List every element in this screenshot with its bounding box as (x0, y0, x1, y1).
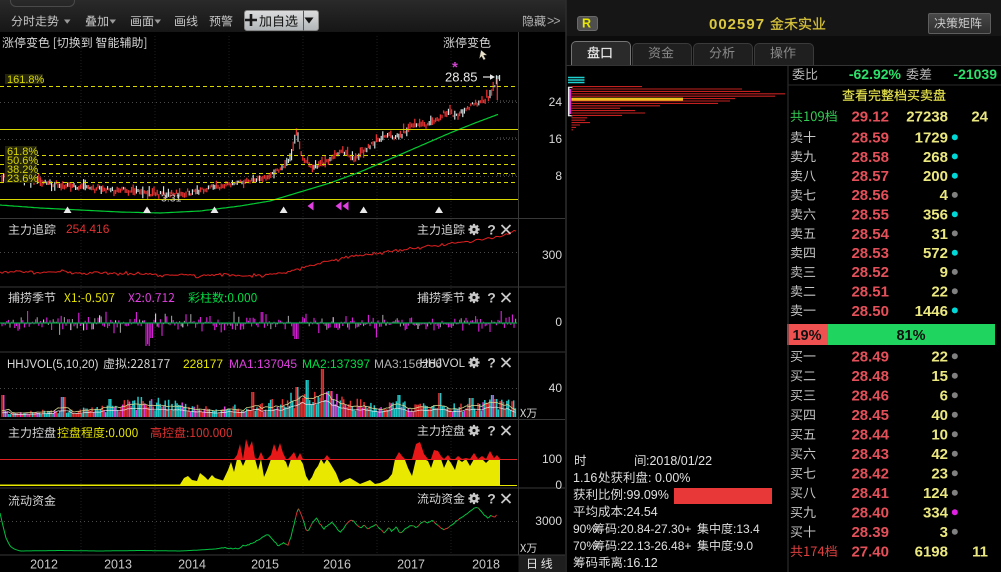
svg-text:200: 200 (923, 168, 948, 185)
svg-text:28.56: 28.56 (851, 187, 889, 204)
svg-text:23.6%: 23.6% (7, 173, 38, 185)
svg-text::22.13-26.48+: :22.13-26.48+ (617, 539, 691, 553)
svg-text:?: ? (487, 423, 496, 439)
svg-text::20.84-27.30+: :20.84-27.30+ (617, 522, 691, 536)
svg-text:15: 15 (931, 368, 948, 385)
svg-text:?: ? (487, 491, 496, 507)
svg-text:28.54: 28.54 (851, 226, 889, 243)
svg-text:28.39: 28.39 (851, 524, 889, 541)
svg-text:28.58: 28.58 (851, 149, 889, 166)
svg-text:2012: 2012 (30, 558, 58, 572)
svg-text:2014: 2014 (178, 558, 206, 572)
svg-text:9: 9 (940, 264, 948, 281)
svg-text:R: R (582, 17, 591, 31)
svg-text:28.59: 28.59 (851, 130, 889, 147)
svg-text:0: 0 (555, 315, 562, 329)
svg-text:2017: 2017 (397, 558, 425, 572)
svg-text:16: 16 (549, 132, 563, 146)
svg-text:334: 334 (923, 505, 949, 522)
svg-text:1.16: 1.16 (573, 471, 597, 485)
svg-text:6198: 6198 (915, 544, 948, 561)
svg-text:3: 3 (940, 524, 948, 541)
svg-text::2018/01/22: :2018/01/22 (646, 454, 712, 468)
svg-text:27.40: 27.40 (851, 544, 889, 561)
svg-text::99.09%: :99.09% (623, 488, 669, 502)
svg-text:-62.92%: -62.92% (849, 66, 902, 82)
svg-text:19%: 19% (792, 328, 821, 344)
svg-text:268: 268 (923, 149, 948, 166)
svg-text:29.12: 29.12 (851, 109, 889, 126)
svg-text:2016: 2016 (323, 558, 351, 572)
svg-text:28.55: 28.55 (851, 207, 889, 224)
svg-text:31: 31 (931, 226, 948, 243)
svg-text:HHJVOL(5,10,20): HHJVOL(5,10,20) (7, 359, 99, 371)
svg-text:4: 4 (940, 187, 949, 204)
svg-text:356: 356 (923, 207, 948, 224)
svg-text:28.57: 28.57 (851, 168, 889, 185)
svg-text:81%: 81% (896, 328, 925, 344)
svg-text:?: ? (487, 290, 496, 306)
svg-text:?: ? (487, 355, 496, 371)
svg-text:28.53: 28.53 (851, 245, 889, 262)
svg-text::13.4: :13.4 (733, 522, 760, 536)
svg-text:>>: >> (547, 14, 560, 28)
svg-text:28.40: 28.40 (851, 505, 889, 522)
svg-text:1729: 1729 (915, 130, 948, 147)
svg-text:MA2:137397: MA2:137397 (302, 357, 370, 371)
svg-text:572: 572 (923, 245, 948, 262)
svg-text:100: 100 (542, 452, 562, 466)
svg-text:40: 40 (931, 407, 948, 424)
svg-text:22: 22 (931, 284, 948, 301)
svg-text:2015: 2015 (251, 558, 279, 572)
svg-text:28.52: 28.52 (851, 264, 889, 281)
svg-text:24: 24 (549, 95, 563, 109)
svg-text:22: 22 (931, 349, 948, 366)
svg-text:2013: 2013 (104, 558, 132, 572)
svg-text:28.44: 28.44 (851, 427, 889, 444)
svg-text:: 0.00%: : 0.00% (648, 471, 690, 485)
svg-text:MA1:137045: MA1:137045 (229, 357, 297, 371)
svg-text::24.54: :24.54 (623, 505, 658, 519)
svg-text:28.85: 28.85 (445, 70, 478, 85)
svg-text:10: 10 (931, 427, 948, 444)
svg-text:11: 11 (972, 544, 988, 561)
svg-text:6: 6 (940, 388, 948, 405)
svg-text:40: 40 (549, 381, 563, 395)
svg-text:28.46: 28.46 (851, 388, 889, 405)
svg-text:24: 24 (971, 109, 988, 126)
svg-text:-21039: -21039 (953, 66, 997, 82)
svg-text:2018: 2018 (472, 558, 500, 572)
svg-text:28.42: 28.42 (851, 466, 889, 483)
svg-text:161.8%: 161.8% (7, 74, 45, 86)
svg-text:3.31: 3.31 (161, 193, 182, 205)
svg-text:28.51: 28.51 (851, 284, 889, 301)
svg-text:28.48: 28.48 (851, 368, 889, 385)
svg-text:28.50: 28.50 (851, 303, 889, 320)
svg-text:254.416: 254.416 (66, 222, 110, 236)
svg-text:1446: 1446 (915, 303, 948, 320)
svg-text:3000: 3000 (535, 514, 562, 528)
svg-text:28.41: 28.41 (851, 485, 889, 502)
svg-text:42: 42 (931, 446, 948, 463)
svg-text::16.12: :16.12 (623, 556, 658, 570)
svg-text:8: 8 (555, 169, 562, 183)
svg-text:27238: 27238 (906, 109, 948, 126)
svg-text:28.43: 28.43 (851, 446, 889, 463)
svg-text:*: * (452, 59, 458, 76)
svg-text::9.0: :9.0 (733, 539, 753, 553)
svg-text:HHJVOL: HHJVOL (420, 358, 466, 370)
svg-text:28.45: 28.45 (851, 407, 889, 424)
svg-text:002597: 002597 (709, 16, 765, 33)
svg-text:?: ? (487, 222, 496, 238)
svg-text:23: 23 (931, 466, 948, 483)
svg-text:124: 124 (923, 485, 949, 502)
svg-text:300: 300 (542, 248, 562, 262)
svg-text:28.49: 28.49 (851, 349, 889, 366)
svg-text:228177: 228177 (183, 357, 223, 371)
svg-text:0: 0 (555, 478, 562, 492)
